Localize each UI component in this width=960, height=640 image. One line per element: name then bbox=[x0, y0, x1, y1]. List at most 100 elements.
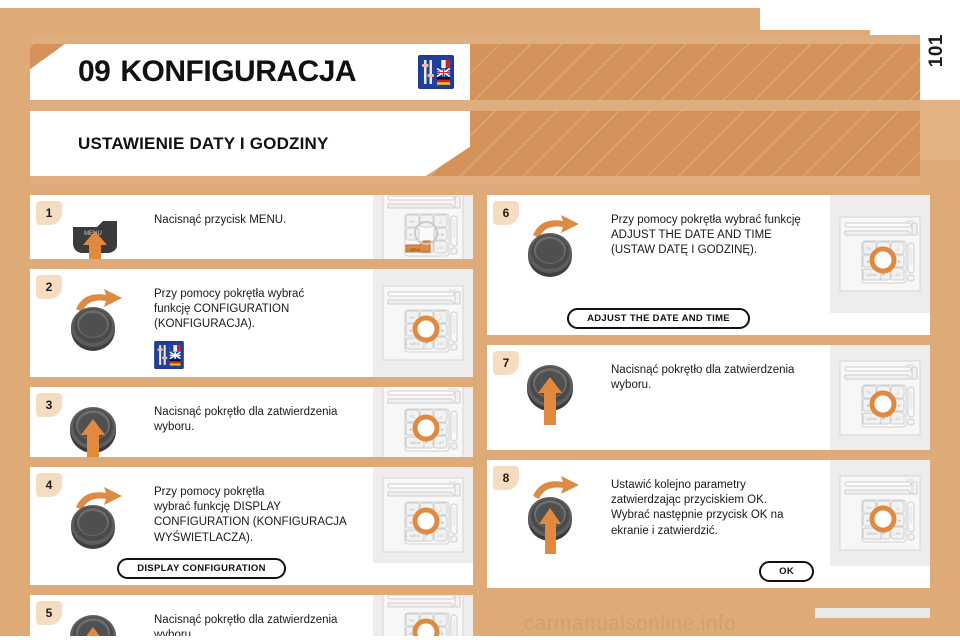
svg-text:DARK: DARK bbox=[449, 288, 457, 292]
step-content: 1 MENU Nacisnąć przycisk MENU. bbox=[30, 195, 373, 259]
step-number-badge: 2 bbox=[36, 275, 62, 299]
svg-text:DARK: DARK bbox=[906, 363, 914, 367]
step-text-line: Przy pomocy pokrętła wybrać bbox=[154, 288, 305, 300]
step-card: 6 Przy pomocy pokrętła wybrać funkcję ADJ… bbox=[487, 195, 930, 335]
watermark-text: carmanualsonline.info bbox=[523, 612, 737, 635]
svg-text:♫: ♫ bbox=[439, 508, 443, 514]
svg-text:LIST: LIST bbox=[894, 417, 901, 421]
section-subtitle: USTAWIENIE DATY I GODZINY bbox=[78, 133, 329, 153]
svg-text:TEL: TEL bbox=[409, 415, 415, 419]
svg-text:DARK: DARK bbox=[906, 219, 914, 223]
header-band-mid-edge bbox=[30, 100, 920, 111]
step-text-line: (USTAW DATĘ I GODZINĘ). bbox=[611, 244, 758, 257]
step-content: 8 Ustawić kolejno parametry zatwierdzając… bbox=[487, 460, 830, 566]
configuration-sliders-flags-icon bbox=[154, 340, 361, 374]
step-text-block: Nacisnąć pokrętło dla zatwierdzenia wybor… bbox=[154, 395, 367, 449]
configuration-sliders-flags-icon bbox=[418, 55, 454, 94]
step-card: 4 Przy pomocy pokrętła wybrać funkcję DIS… bbox=[30, 467, 473, 585]
step-text-line: Nacisnąć przycisk MENU. bbox=[154, 214, 287, 226]
svg-text:♫: ♫ bbox=[439, 316, 443, 322]
step-text-line: wyboru. bbox=[611, 379, 652, 392]
step-content: 3 Nacisnąć pokrętło dla zatwierdzenia wyb… bbox=[30, 387, 373, 457]
step-text-line: funkcję CONFIGURATION bbox=[154, 303, 290, 316]
step-number-badge: 3 bbox=[36, 393, 62, 417]
header-band-bottom-edge bbox=[30, 176, 920, 185]
step-text-line: Nacisnąć pokrętło dla zatwierdzenia bbox=[611, 364, 795, 376]
step-text-line: ekranie i zatwierdzić. bbox=[611, 524, 718, 537]
menu-option-pill[interactable]: DISPLAY CONFIGURATION bbox=[117, 558, 286, 579]
svg-text:LIST: LIST bbox=[894, 273, 901, 277]
svg-text:♫: ♫ bbox=[439, 220, 443, 226]
svg-text:LIST: LIST bbox=[437, 246, 444, 250]
svg-text:DARK: DARK bbox=[449, 195, 457, 196]
step-text-block: Nacisnąć pokrętło dla zatwierdzenia wybor… bbox=[611, 353, 824, 442]
svg-text:TEL: TEL bbox=[409, 316, 415, 320]
step-number-badge: 6 bbox=[493, 201, 519, 225]
svg-text:TEL: TEL bbox=[866, 506, 872, 510]
svg-text:DARK: DARK bbox=[449, 387, 457, 391]
step-card: 1 MENU Nacisnąć przycisk MENU. DARK TEL … bbox=[30, 195, 473, 259]
step-text-block: Przy pomocy pokrętła wybrać funkcję ADJUS… bbox=[611, 203, 824, 313]
radio-panel-knob-highlighted: DARK TEL ▲ ♫ ◄◄ ►► ▼ LIST MENU bbox=[373, 387, 473, 457]
step-text-block: Przy pomocy pokrętła wybrać funkcję CONFI… bbox=[154, 277, 367, 369]
step-text-line: zatwierdzając przyciskiem OK. bbox=[611, 494, 767, 507]
svg-text:TEL: TEL bbox=[409, 508, 415, 512]
step-text-line: Wybrać następnie przycisk OK na bbox=[611, 509, 784, 522]
step-content: 6 Przy pomocy pokrętła wybrać funkcję ADJ… bbox=[487, 195, 830, 313]
svg-text:MENU: MENU bbox=[867, 417, 878, 421]
svg-text:DARK: DARK bbox=[449, 480, 457, 484]
step-number-badge: 7 bbox=[493, 351, 519, 375]
svg-text:♫: ♫ bbox=[896, 391, 900, 397]
menu-option-pill[interactable]: ADJUST THE DATE AND TIME bbox=[567, 308, 750, 329]
chapter-title-plate: 09 KONFIGURACJA bbox=[30, 44, 470, 100]
svg-text:MENU: MENU bbox=[410, 342, 421, 346]
step-text-block: Przy pomocy pokrętła wybrać funkcję DISPL… bbox=[154, 475, 367, 563]
chapter-number: 09 bbox=[78, 55, 111, 88]
step-text-line: wybrać funkcję DISPLAY bbox=[154, 501, 281, 514]
radio-panel-knob-highlighted: DARK TEL ▲ ♫ ◄◄ ►► ▼ LIST MENU bbox=[373, 467, 473, 563]
svg-text:LIST: LIST bbox=[894, 532, 901, 536]
step-text-block: Ustawić kolejno parametry zatwierdzając p… bbox=[611, 468, 824, 566]
svg-text:♫: ♫ bbox=[896, 247, 900, 253]
svg-text:♫: ♫ bbox=[896, 506, 900, 512]
step-text-line: Nacisnąć pokrętło dla zatwierdzenia bbox=[154, 406, 338, 418]
step-text-line: wyboru. bbox=[154, 421, 195, 434]
svg-text:MENU: MENU bbox=[867, 273, 878, 277]
radio-panel-menu-highlighted: DARK TEL ▲ ♫ ◄◄ ►► ▼ LIST MENU bbox=[373, 195, 473, 259]
svg-text:MENU: MENU bbox=[410, 248, 421, 252]
radio-panel-knob-highlighted: DARK TEL ▲ ♫ ◄◄ ►► ▼ LIST MENU bbox=[830, 195, 930, 313]
svg-text:♫: ♫ bbox=[439, 415, 443, 421]
svg-text:TEL: TEL bbox=[409, 220, 415, 224]
step-text-line: Ustawić kolejno parametry bbox=[611, 479, 746, 491]
step-text-line: WYŚWIETLACZA). bbox=[154, 531, 254, 544]
pill-row: ADJUST THE DATE AND TIME bbox=[487, 308, 830, 329]
step-text-line: CONFIGURATION (KONFIGURACJA bbox=[154, 516, 347, 529]
step-text-line: Przy pomocy pokrętła wybrać funkcję bbox=[611, 214, 801, 226]
page-number: 101 bbox=[926, 34, 947, 68]
menu-option-pill[interactable]: OK bbox=[759, 561, 814, 582]
step-number-badge: 4 bbox=[36, 473, 62, 497]
svg-text:TEL: TEL bbox=[866, 247, 872, 251]
svg-text:MENU: MENU bbox=[867, 532, 878, 536]
steps-column-left: 1 MENU Nacisnąć przycisk MENU. DARK TEL … bbox=[30, 195, 473, 640]
svg-text:LIST: LIST bbox=[437, 342, 444, 346]
radio-panel-knob-highlighted: DARK TEL ▲ ♫ ◄◄ ►► ▼ LIST MENU bbox=[830, 345, 930, 450]
site-watermark: carmanualsonline.info bbox=[0, 612, 960, 636]
step-content: 7 Nacisnąć pokrętło dla zatwierdzenia wyb… bbox=[487, 345, 830, 450]
svg-text:LIST: LIST bbox=[437, 534, 444, 538]
step-card: 8 Ustawić kolejno parametry zatwierdzając… bbox=[487, 460, 930, 588]
step-card: 2 Przy pomocy pokrętła wybrać funkcję CON… bbox=[30, 269, 473, 377]
svg-text:MENU: MENU bbox=[410, 534, 421, 538]
step-text-block: Nacisnąć przycisk MENU. bbox=[154, 203, 367, 251]
steps-column-right: 6 Przy pomocy pokrętła wybrać funkcję ADJ… bbox=[487, 195, 930, 598]
step-text-line: Przy pomocy pokrętła bbox=[154, 486, 265, 498]
step-card: 7 Nacisnąć pokrętło dla zatwierdzenia wyb… bbox=[487, 345, 930, 450]
page-title: KONFIGURACJA bbox=[120, 55, 357, 88]
svg-text:TEL: TEL bbox=[866, 391, 872, 395]
step-content: 2 Przy pomocy pokrętła wybrać funkcję CON… bbox=[30, 269, 373, 377]
svg-text:DARK: DARK bbox=[906, 478, 914, 482]
svg-text:MENU: MENU bbox=[410, 441, 421, 445]
step-number-badge: 1 bbox=[36, 201, 62, 225]
step-card: 3 Nacisnąć pokrętło dla zatwierdzenia wyb… bbox=[30, 387, 473, 457]
pill-row: DISPLAY CONFIGURATION bbox=[30, 558, 373, 579]
